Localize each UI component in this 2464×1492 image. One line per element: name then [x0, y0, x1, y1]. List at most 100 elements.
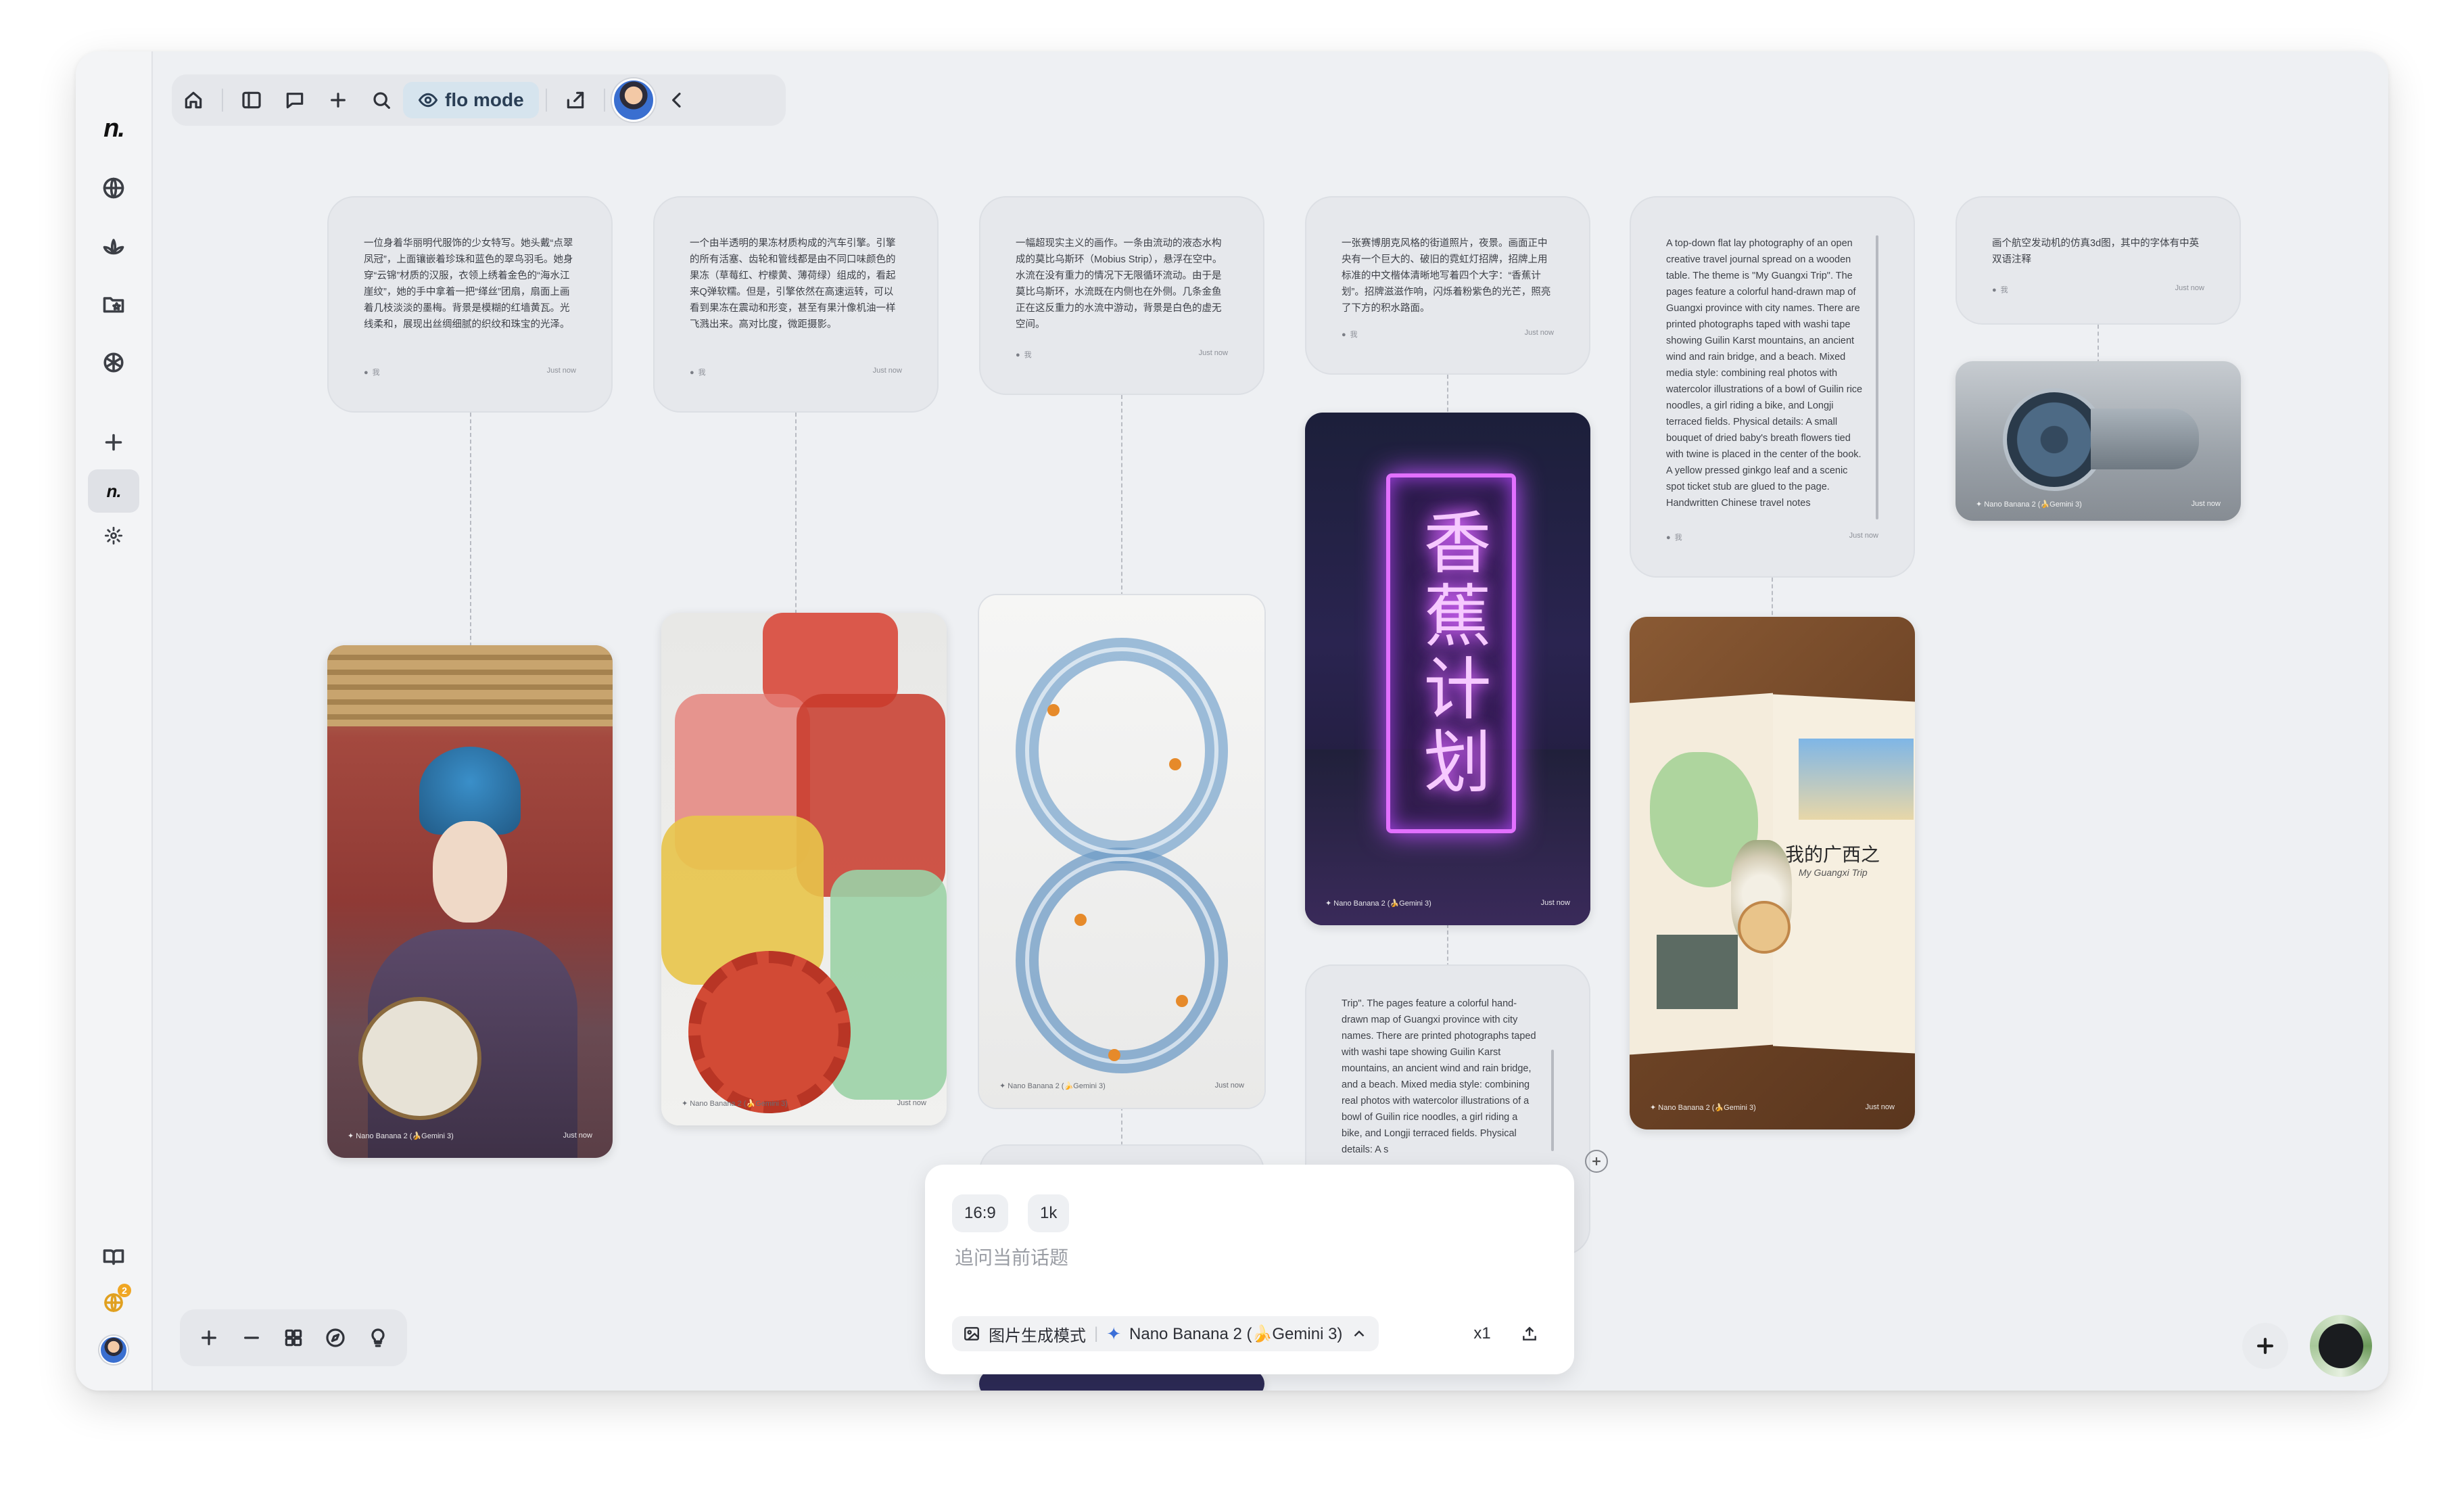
sidebar-item-settings[interactable]	[88, 514, 139, 557]
add-button[interactable]	[316, 78, 360, 122]
card-time: Just now	[872, 367, 902, 375]
plus-icon	[105, 434, 122, 451]
image-mode-button[interactable]: 图片生成模式 | ✦ Nano Banana 2 (🍌Gemini 3)	[952, 1316, 1379, 1351]
toolbar-divider	[222, 89, 223, 112]
card-scrollbar[interactable]	[1551, 1050, 1554, 1151]
plus-icon	[2256, 1337, 2274, 1355]
openai-knot-icon	[103, 352, 124, 373]
plus-icon	[1592, 1157, 1601, 1165]
generated-image-card[interactable]: ✦ Nano Banana 2 (🍌Gemini 3) Just now	[1956, 361, 2241, 521]
prompt-card[interactable]: 画个航空发动机的仿真3d图，其中的字体有中英双语注释 我 Just now	[1956, 196, 2241, 325]
grid-layout-icon[interactable]	[283, 1327, 304, 1349]
card-author: 我	[364, 367, 380, 377]
beach-photo	[1799, 739, 1914, 820]
card-author: 我	[1666, 532, 1682, 542]
compass-icon[interactable]	[325, 1327, 346, 1349]
card-footer: 我 Just now	[1016, 349, 1228, 360]
toolbar-divider	[603, 89, 605, 112]
jelly-red-shape	[763, 613, 898, 707]
model-label: ✦ Nano Banana 2 (🍌Gemini 3)	[348, 1132, 454, 1140]
image-meta: ✦ Nano Banana 2 (🍌Gemini 3) Just now	[1976, 500, 2221, 509]
add-canvas-button[interactable]	[2242, 1323, 2288, 1369]
journal-subtitle: My Guangxi Trip	[1799, 867, 1868, 878]
prompt-text: A top-down flat lay photography of an op…	[1666, 238, 1863, 509]
card-time: Just now	[1198, 349, 1228, 357]
home-button[interactable]	[172, 78, 215, 122]
card-scrollbar[interactable]	[1876, 235, 1878, 519]
image-meta: ✦ Nano Banana 2 (🍌Gemini 3) Just now	[348, 1132, 592, 1140]
generated-image-card[interactable]: 我的广西之 My Guangxi Trip ✦ Nano Banana 2 (🍌…	[1630, 617, 1915, 1129]
card-footer: 我 Just now	[1342, 329, 1554, 340]
model-label: ✦ Nano Banana 2 (🍌Gemini 3)	[682, 1100, 788, 1108]
prompt-card[interactable]: 一幅超现实主义的画作。一条由流动的液态水构成的莫比乌斯环（Mobius Stri…	[979, 196, 1264, 395]
flo-mode-toggle[interactable]: flo mode	[403, 82, 539, 118]
count-selector[interactable]: x1	[1463, 1316, 1501, 1351]
sidebar: n. n. 2	[76, 51, 153, 1391]
sidebar-item-inspiration[interactable]	[88, 225, 139, 268]
generated-image-card[interactable]: ✦ Nano Banana 2 (🍌Gemini 3) Just now	[979, 595, 1264, 1108]
chat-button[interactable]	[273, 78, 316, 122]
prompt-input[interactable]: 追问当前话题	[955, 1243, 1068, 1270]
app-logo[interactable]: n.	[88, 107, 139, 150]
share-button[interactable]	[554, 78, 597, 122]
generated-image-card[interactable]: ✦ Nano Banana 2 (🍌Gemini 3) Just now	[327, 645, 613, 1158]
chevron-up-icon[interactable]	[1350, 1325, 1368, 1343]
model-label: ✦ Nano Banana 2 (🍌Gemini 3)	[999, 1082, 1106, 1090]
prompt-card[interactable]: 一张赛博朋克风格的街道照片，夜景。画面正中央有一个巨大的、破旧的霓虹灯招牌，招牌…	[1305, 196, 1590, 375]
sidebar-new-button[interactable]	[88, 421, 139, 464]
chat-bubble-icon	[286, 93, 304, 109]
sidebar-item-community[interactable]: 2	[88, 1281, 139, 1324]
prompt-card[interactable]: 一位身着华丽明代服饰的少女特写。她头戴“点翠凤冠”，上面镶嵌着珍珠和蓝色的翠鸟羽…	[327, 196, 613, 413]
image-time: Just now	[897, 1099, 926, 1107]
toolbar-avatar-button[interactable]	[611, 78, 655, 122]
zoom-out-icon[interactable]	[241, 1327, 262, 1349]
bridge-photo	[1657, 935, 1738, 1009]
upload-button[interactable]	[1510, 1316, 1549, 1351]
neon-sign: 香蕉计划	[1386, 473, 1516, 833]
sidebar-panel-icon	[242, 91, 261, 109]
resolution-chip[interactable]: 1k	[1028, 1194, 1070, 1232]
book-open-icon	[103, 1249, 124, 1265]
sidebar-item-workspace[interactable]: n.	[88, 469, 139, 513]
card-author: 我	[1992, 284, 2008, 295]
aspect-ratio-chip[interactable]: 16:9	[952, 1194, 1008, 1232]
zoom-in-icon[interactable]	[198, 1327, 220, 1349]
journal-title: 我的广西之	[1785, 843, 1880, 866]
workspace-logo-icon: n.	[106, 480, 121, 501]
generated-image-card[interactable]: ✦ Nano Banana 2 (🍌Gemini 3) Just now	[661, 613, 947, 1125]
gemini-sparkle-icon: ✦	[1106, 1323, 1122, 1344]
prompt-text: 一幅超现实主义的画作。一条由流动的液态水构成的莫比乌斯环（Mobius Stri…	[1016, 238, 1223, 330]
sidebar-item-docs[interactable]	[88, 1235, 139, 1278]
face-shape	[433, 821, 507, 923]
generated-image-card[interactable]: 香蕉计划 ✦ Nano Banana 2 (🍌Gemini 3) Just now	[1305, 413, 1590, 925]
prompt-card[interactable]: 一个由半透明的果冻材质构成的汽车引擎。引擎的所有活塞、齿轮和管线都是由不同口味颜…	[653, 196, 939, 413]
assistant-orb-button[interactable]	[2310, 1315, 2372, 1377]
card-time: Just now	[1849, 532, 1878, 540]
home-icon	[185, 91, 202, 109]
card-footer: 我 Just now	[364, 367, 576, 377]
card-author: 我	[1016, 349, 1032, 360]
eye-icon	[418, 93, 438, 108]
card-time: Just now	[546, 367, 576, 375]
search-button[interactable]	[360, 78, 403, 122]
card-author: 我	[1342, 329, 1358, 340]
prompt-text: 一个由半透明的果冻材质构成的汽车引擎。引擎的所有活塞、齿轮和管线都是由不同口味颜…	[690, 238, 896, 330]
sidebar-user-avatar[interactable]	[88, 1328, 139, 1372]
lightbulb-icon[interactable]	[367, 1327, 389, 1349]
collapse-button[interactable]	[655, 78, 698, 122]
add-node-button[interactable]	[1585, 1150, 1608, 1173]
image-icon	[964, 1327, 979, 1341]
card-footer: 我 Just now	[690, 367, 902, 377]
prompt-text: 画个航空发动机的仿真3d图，其中的字体有中英双语注释	[1992, 238, 2200, 265]
toolbar-avatar-image	[611, 78, 655, 122]
top-toolbar: flo mode	[172, 74, 786, 126]
model-select-label[interactable]: Nano Banana 2 (🍌Gemini 3)	[1129, 1324, 1342, 1344]
sidebar-item-projects[interactable]	[88, 283, 139, 326]
sidebar-item-explore[interactable]	[88, 166, 139, 210]
model-label: ✦ Nano Banana 2 (🍌Gemini 3)	[1650, 1104, 1756, 1112]
prompt-card-long[interactable]: A top-down flat lay photography of an op…	[1630, 196, 1915, 578]
sidebar-item-models[interactable]	[88, 341, 139, 384]
image-time: Just now	[2191, 500, 2221, 508]
toggle-panel-button[interactable]	[230, 78, 273, 122]
model-label: ✦ Nano Banana 2 (🍌Gemini 3)	[1976, 500, 2082, 509]
